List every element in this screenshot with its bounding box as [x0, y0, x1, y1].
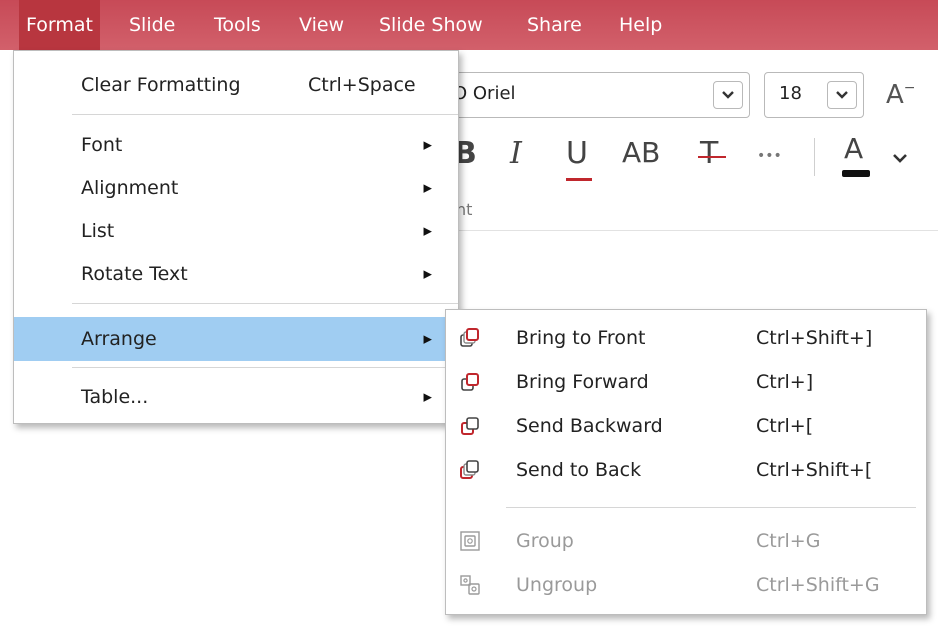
chevron-down-icon: [722, 91, 734, 99]
menu-item-clear-formatting[interactable]: Clear Formatting Ctrl+Space: [14, 63, 458, 107]
menu-item-shortcut: Ctrl+]: [756, 371, 814, 393]
font-color-dropdown-button[interactable]: [892, 150, 908, 169]
menu-slide-show[interactable]: Slide Show: [372, 0, 490, 50]
menu-separator: [72, 367, 458, 368]
arrange-submenu: Bring to Front Ctrl+Shift+] Bring Forwar…: [445, 309, 927, 615]
menu-item-bring-forward[interactable]: Bring Forward Ctrl+]: [446, 360, 926, 404]
grow-font-button[interactable]: A−: [886, 80, 916, 110]
format-menu: Clear Formatting Ctrl+Space Font ▶ Align…: [13, 50, 459, 424]
underline-label: U: [566, 136, 588, 171]
menu-item-shortcut: Ctrl+Shift+G: [756, 574, 880, 596]
menu-item-group: Group Ctrl+G: [446, 519, 926, 563]
font-size-dropdown-button[interactable]: [827, 81, 857, 109]
menu-separator: [72, 303, 458, 304]
italic-button[interactable]: I: [510, 136, 522, 171]
menu-item-label: Send to Back: [516, 459, 642, 481]
ribbon-separator: [814, 138, 815, 176]
font-name-value: O Oriel: [453, 83, 516, 104]
menu-item-label: List: [81, 220, 115, 242]
chevron-down-icon: [893, 154, 907, 163]
group-icon: [460, 531, 480, 551]
menu-item-shortcut: Ctrl+G: [756, 530, 821, 552]
send-to-back-icon: [460, 460, 479, 479]
underline-bar: [566, 178, 592, 181]
menu-item-label: Arrange: [81, 328, 157, 350]
font-name-combo[interactable]: O Oriel: [440, 72, 750, 118]
ungroup-icon: [460, 575, 480, 595]
strikethrough-button[interactable]: T: [698, 136, 726, 171]
submenu-arrow-icon: ▶: [423, 224, 432, 238]
menu-format[interactable]: Format: [19, 0, 100, 50]
all-caps-button[interactable]: AB: [622, 136, 660, 169]
font-size-combo[interactable]: 18: [764, 72, 864, 118]
grow-font-icon: A: [886, 80, 904, 110]
menu-item-arrange[interactable]: Arrange ▶: [14, 317, 458, 361]
underline-button[interactable]: U: [566, 136, 592, 181]
menu-item-alignment[interactable]: Alignment ▶: [14, 166, 458, 210]
strikethrough-label: T: [700, 136, 719, 171]
menu-help[interactable]: Help: [612, 0, 669, 50]
send-backward-icon: [461, 417, 479, 435]
menu-item-bring-to-front[interactable]: Bring to Front Ctrl+Shift+]: [446, 316, 926, 360]
submenu-arrow-icon: ▶: [423, 138, 432, 152]
font-size-value: 18: [779, 83, 802, 104]
chevron-down-icon: [836, 91, 848, 99]
more-options-button[interactable]: •••: [757, 148, 782, 164]
font-name-dropdown-button[interactable]: [713, 81, 743, 109]
bring-to-front-icon: [460, 328, 479, 347]
menu-item-font[interactable]: Font ▶: [14, 123, 458, 167]
menu-item-shortcut: Ctrl+Shift+[: [756, 459, 873, 481]
ribbon-bottom-border: [458, 230, 938, 231]
menu-separator: [506, 507, 916, 508]
menu-bar: Format Slide Tools View Slide Show Share…: [0, 0, 938, 50]
menu-item-send-backward[interactable]: Send Backward Ctrl+[: [446, 404, 926, 448]
menu-item-label: Group: [516, 530, 574, 552]
menu-item-table[interactable]: Table... ▶: [14, 375, 458, 419]
font-color-swatch: [842, 170, 870, 177]
menu-item-label: Rotate Text: [81, 263, 188, 285]
menu-item-label: Ungroup: [516, 574, 598, 596]
submenu-arrow-icon: ▶: [423, 181, 432, 195]
menu-item-label: Bring Forward: [516, 371, 649, 393]
menu-item-label: Send Backward: [516, 415, 663, 437]
strike-bar: [698, 156, 726, 158]
menu-slide[interactable]: Slide: [122, 0, 182, 50]
menu-view[interactable]: View: [292, 0, 351, 50]
font-color-label: A: [844, 132, 864, 165]
menu-tools[interactable]: Tools: [207, 0, 268, 50]
submenu-arrow-icon: ▶: [423, 267, 432, 281]
menu-item-ungroup: Ungroup Ctrl+Shift+G: [446, 563, 926, 607]
font-color-button[interactable]: A: [842, 132, 870, 177]
bring-forward-icon: [461, 373, 479, 391]
menu-item-rotate-text[interactable]: Rotate Text ▶: [14, 252, 458, 296]
menu-item-label: Alignment: [81, 177, 179, 199]
menu-item-shortcut: Ctrl+Space: [308, 74, 416, 96]
menu-item-list[interactable]: List ▶: [14, 209, 458, 253]
menu-separator: [72, 114, 458, 115]
menu-share[interactable]: Share: [520, 0, 589, 50]
menu-item-send-to-back[interactable]: Send to Back Ctrl+Shift+[: [446, 448, 926, 492]
menu-item-label: Clear Formatting: [81, 74, 241, 96]
menu-item-label: Font: [81, 134, 123, 156]
menu-item-label: Bring to Front: [516, 327, 646, 349]
menu-item-shortcut: Ctrl+Shift+]: [756, 327, 873, 349]
menu-item-shortcut: Ctrl+[: [756, 415, 814, 437]
submenu-arrow-icon: ▶: [423, 390, 432, 404]
submenu-arrow-icon: ▶: [423, 332, 432, 346]
menu-item-label: Table...: [81, 386, 149, 408]
